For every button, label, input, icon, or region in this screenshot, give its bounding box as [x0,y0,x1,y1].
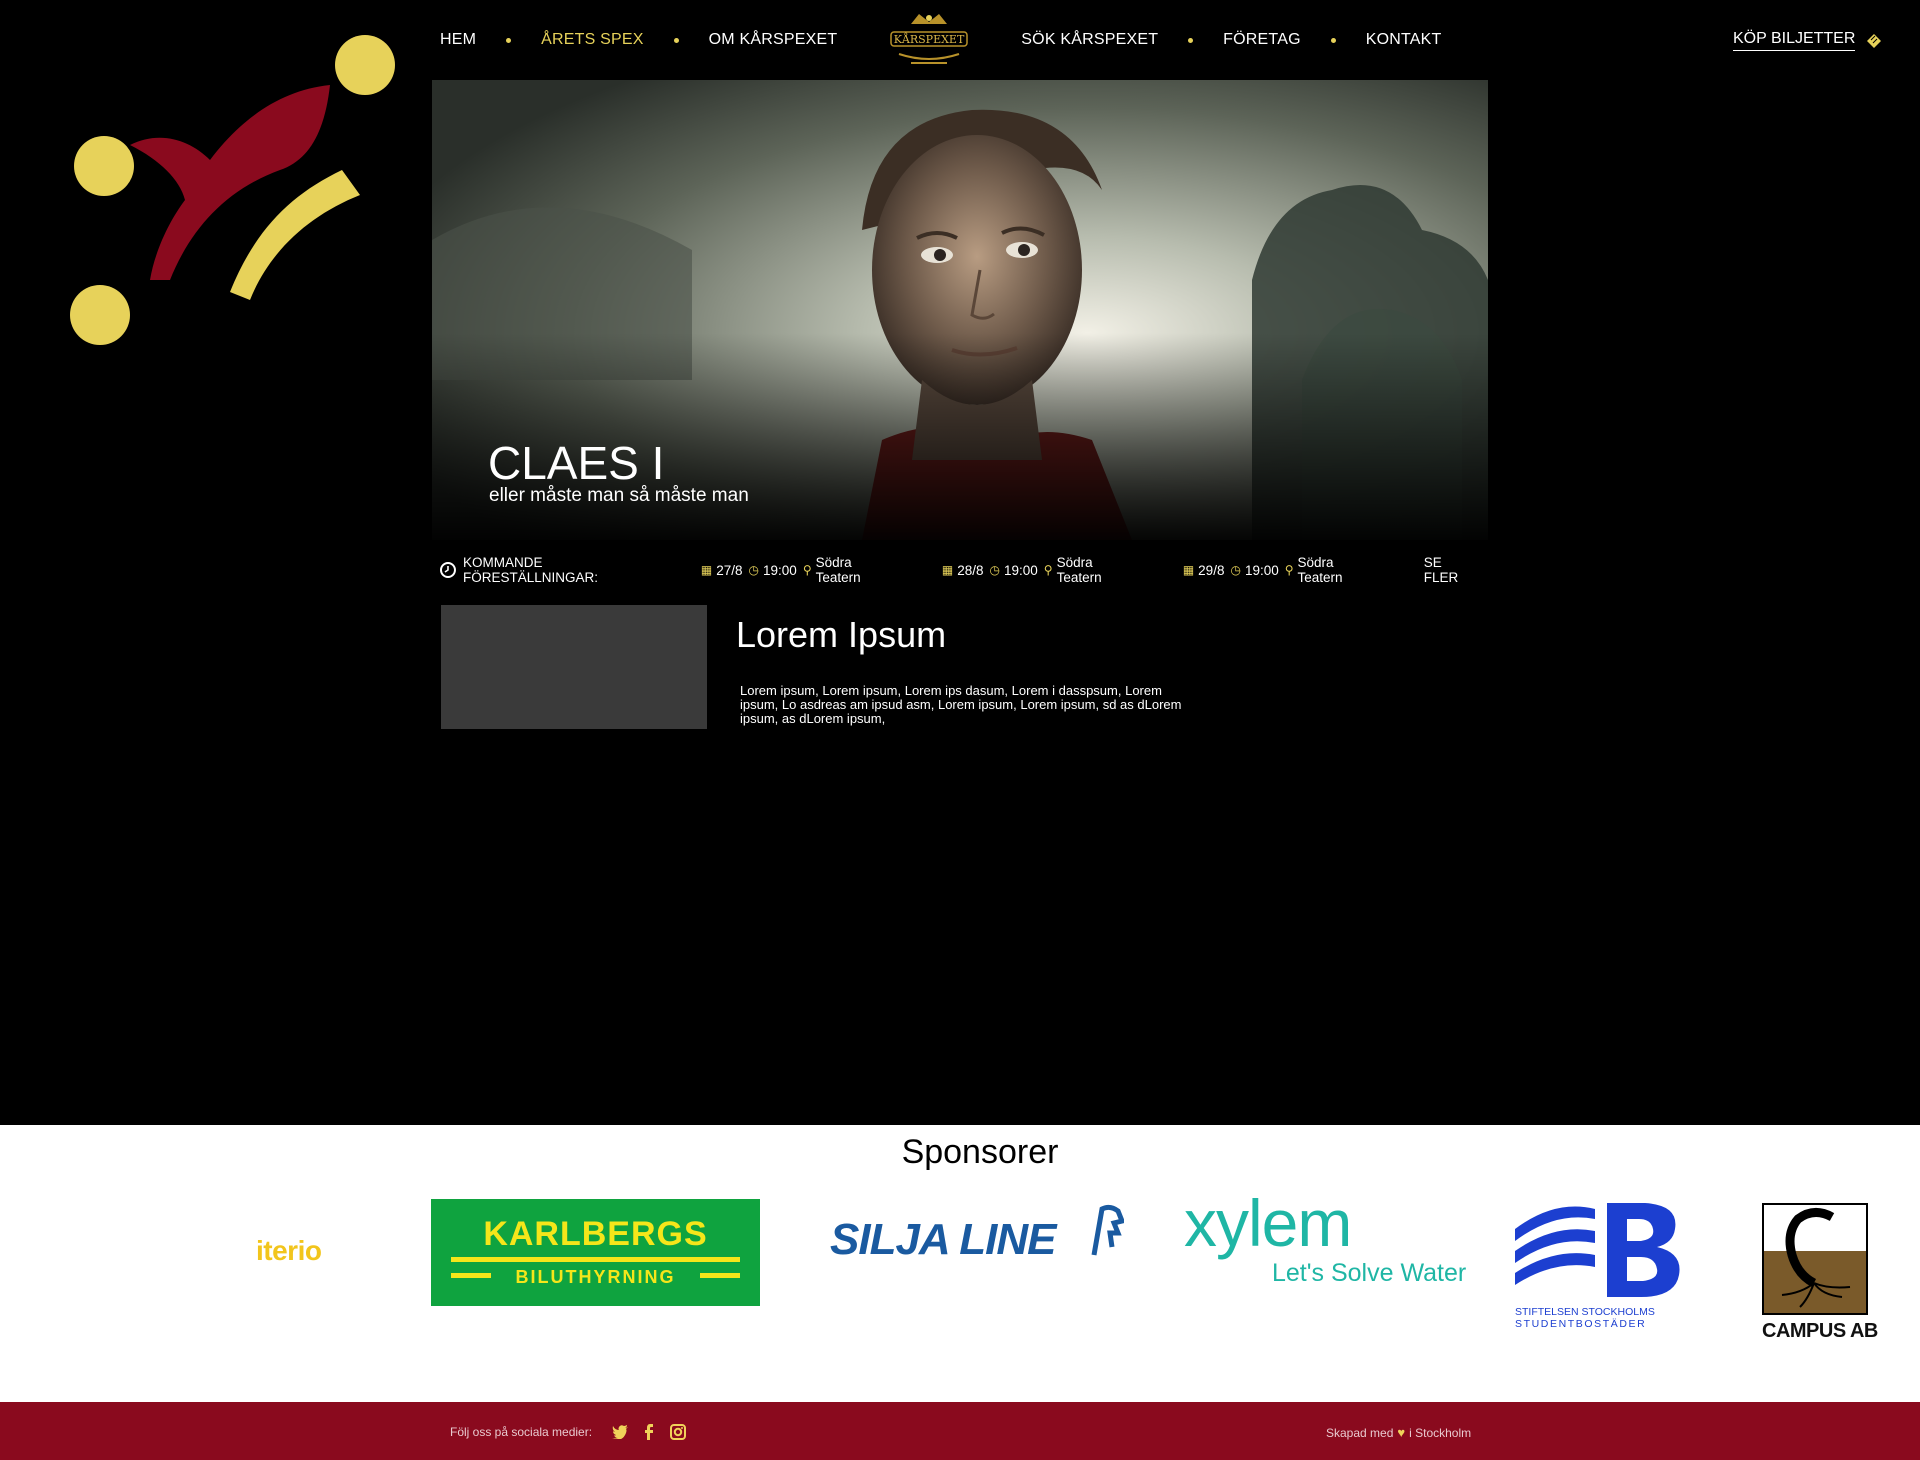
karspexet-crest-logo[interactable]: KÅRSPEXET [881,10,977,70]
calendar-icon: ▦ [700,563,713,577]
performance-time: 19:00 [763,562,797,578]
sponsor-logo-silja-line[interactable]: SILJA LINE [830,1201,1130,1271]
clock-icon: ◷ [748,563,760,577]
content-thumbnail[interactable] [441,605,707,729]
performance-date: 29/8 [1198,562,1225,578]
see-more-link[interactable]: SE FLER [1424,555,1480,585]
performance-date: 27/8 [716,562,743,578]
content-title: Lorem Ipsum [736,614,947,655]
footer: Följ oss på sociala medier: Skapad med ♥… [0,1402,1920,1460]
nav-separator [1188,37,1194,43]
performance-venue: Södra Teatern [1056,555,1102,585]
sponsor-karlbergs-stripe [451,1273,491,1278]
performance-venue: Södra Teatern [815,555,861,585]
sponsor-karlbergs-stripe [451,1257,740,1262]
sponsors-title: Sponsorer [901,1133,1059,1171]
hero-subtitle: eller måste man så måste man [489,485,749,506]
nav-separator [1330,37,1336,43]
twitter-icon[interactable] [612,1425,629,1439]
nav-item-sok-karspexet[interactable]: SÖK KÅRSPEXET [1021,31,1158,49]
made-with-love: Skapad med ♥ i Stockholm [1326,1425,1471,1440]
clock-icon: ◷ [989,563,1000,577]
jester-logo [70,35,395,345]
map-pin-icon: ⚲ [802,563,812,577]
clock-icon: ◷ [1230,563,1241,577]
sponsor-logo-karlbergs[interactable]: KARLBERGS BILUTHYRNING [431,1199,760,1306]
buy-tickets-label: KÖP BILJETTER [1733,30,1856,51]
performances-heading: KOMMANDE FÖRESTÄLLNINGAR: [462,555,598,585]
nav-item-foretag[interactable]: FÖRETAG [1223,31,1301,49]
sponsor-xylem-tagline: Let's Solve Water [1272,1259,1467,1287]
performance-item[interactable]: ▦ 28/8 ◷ 19:00 ⚲ Södra Teatern [942,555,1147,585]
hero-title: CLAES I [488,437,665,489]
nav-separator [673,37,679,43]
clock-icon [440,562,456,578]
campus-tree-icon [1762,1203,1868,1315]
instagram-icon[interactable] [670,1424,687,1440]
sponsor-logo-xylem[interactable]: xylem Let's Solve Water [1184,1185,1467,1295]
follow-label: Följ oss på sociala medier: [450,1425,593,1439]
calendar-icon: ▦ [1182,563,1195,577]
performance-venue: Södra Teatern [1297,555,1343,585]
sponsor-iterio-text: iterio [256,1235,322,1266]
performance-item[interactable]: ▦ 27/8 ◷ 19:00 ⚲ Södra Teatern [701,555,906,585]
sponsor-karlbergs-stripe [700,1273,740,1278]
made-prefix: Skapad med [1326,1425,1394,1440]
performance-time: 19:00 [1003,562,1038,578]
sponsors-section: Sponsorer iterio KARLBERGS BILUTHYRNING … [0,1125,1920,1402]
heart-icon: ♥ [1397,1425,1406,1440]
calendar-icon: ▦ [941,563,954,577]
buy-tickets-link[interactable]: KÖP BILJETTER [1733,30,1882,51]
sponsor-logo-campus-ab[interactable]: CAMPUS AB [1762,1203,1878,1343]
nav-separator [506,37,512,43]
sponsor-silja-text: SILJA LINE [830,1215,1057,1264]
map-pin-icon: ⚲ [1043,563,1053,577]
main-nav: HEM ÅRETS SPEX OM KÅRSPEXET KÅRSPEXET SÖ… [440,0,1510,80]
nav-item-arets-spex[interactable]: ÅRETS SPEX [541,31,643,49]
content-text: Lorem ipsum, Lorem ipsum, Lorem ips dasu… [740,683,1182,726]
sponsor-campus-text: CAMPUS AB [1762,1320,1878,1342]
sssb-mark-icon [1515,1203,1680,1297]
sponsor-logo-iterio[interactable]: iterio [256,1235,322,1267]
upcoming-performances-bar: KOMMANDE FÖRESTÄLLNINGAR: ▦ 27/8 ◷ 19:00 ⚲… [440,555,1480,585]
made-suffix: i Stockholm [1409,1425,1472,1440]
facebook-icon[interactable] [644,1424,654,1440]
map-pin-icon: ⚲ [1284,563,1294,577]
nav-item-kontakt[interactable]: KONTAKT [1366,31,1442,49]
social-follow: Följ oss på sociala medier: [450,1424,687,1440]
nav-logo-text: KÅRSPEXET [894,32,965,46]
sponsor-karlbergs-name: KARLBERGS [483,1215,708,1253]
sponsor-xylem-name: xylem [1184,1186,1352,1260]
seal-icon [1091,1204,1124,1256]
nav-item-om-karspexet[interactable]: OM KÅRSPEXET [709,31,838,49]
performance-time: 19:00 [1244,562,1279,578]
performance-date: 28/8 [957,562,984,578]
sponsor-sssb-line2: STUDENTBOSTÄDER [1515,1318,1647,1330]
ticket-icon [1867,33,1882,48]
sponsor-logo-sssb[interactable]: STIFTELSEN STOCKHOLMS STUDENTBOSTÄDER [1515,1199,1685,1330]
sponsor-sssb-line1: STIFTELSEN STOCKHOLMS [1515,1306,1655,1318]
nav-item-hem[interactable]: HEM [440,31,476,49]
performance-item[interactable]: ▦ 29/8 ◷ 19:00 ⚲ Södra Teatern [1183,555,1388,585]
